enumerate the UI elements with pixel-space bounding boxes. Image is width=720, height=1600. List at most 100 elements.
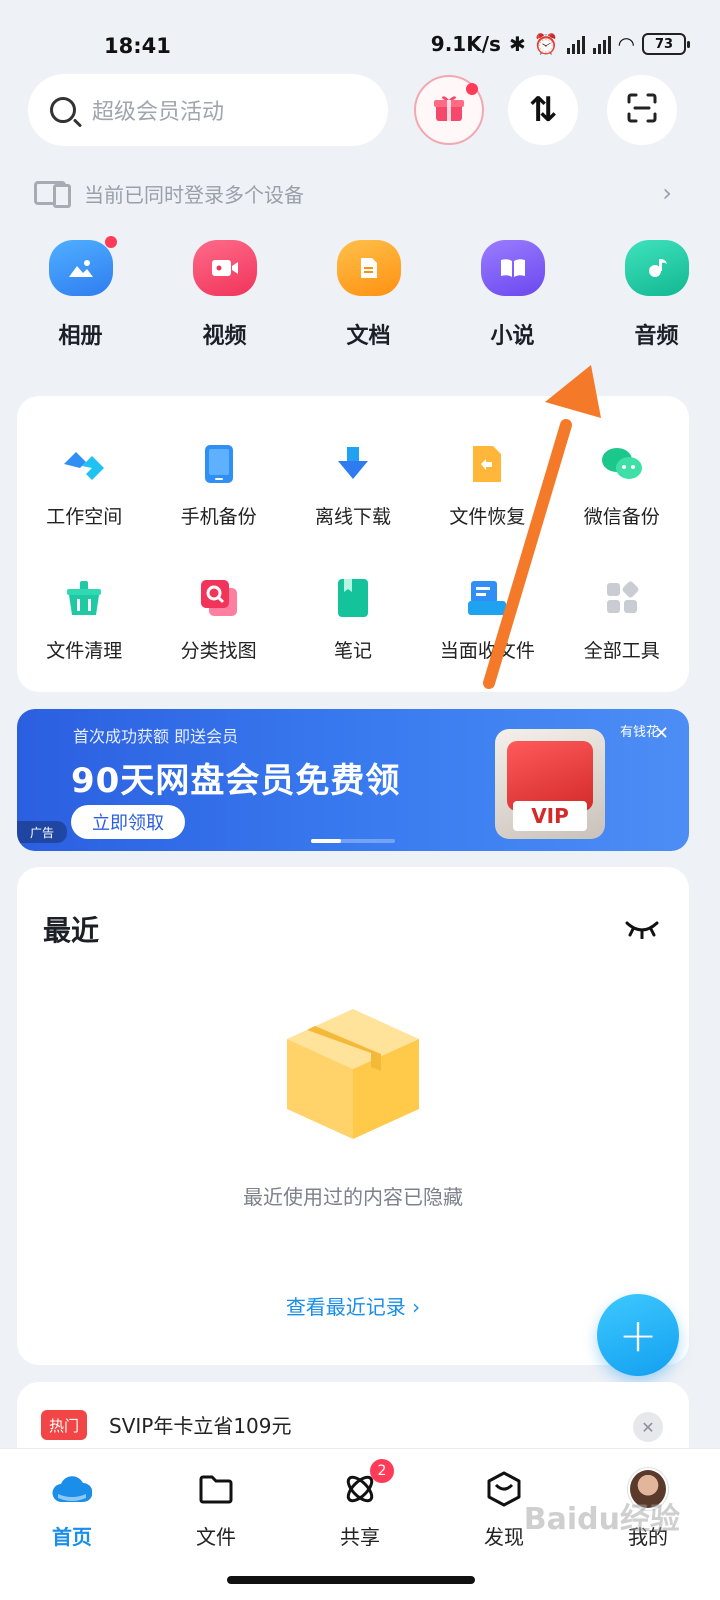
tool-file-clean[interactable]: 文件清理 <box>17 548 151 682</box>
tool-label: 文件恢复 <box>449 506 526 528</box>
tool-label: 文件清理 <box>46 640 123 662</box>
gift-icon <box>433 93 465 127</box>
category-video[interactable]: 视频 <box>161 240 288 350</box>
category-audio[interactable]: 音频 <box>593 240 720 350</box>
tool-all-tools[interactable]: 全部工具 <box>555 548 689 682</box>
multi-device-notice[interactable]: 当前已同时登录多个设备 › <box>34 170 684 216</box>
file-clean-icon <box>62 576 106 620</box>
chevron-right-icon: › <box>662 179 672 207</box>
image-search-icon <box>197 576 241 620</box>
status-bar: 18:41 9.1K/s ✱ ⏰ ◠ 73 <box>0 0 720 80</box>
gift-button[interactable] <box>414 75 484 145</box>
notes-icon <box>331 576 375 620</box>
scan-icon <box>627 93 657 127</box>
tool-label: 笔记 <box>333 640 372 662</box>
novel-icon <box>480 240 545 296</box>
tool-label: 当面收文件 <box>439 640 535 662</box>
close-icon[interactable]: ✕ <box>633 1412 663 1442</box>
tool-file-restore[interactable]: 文件恢复 <box>420 414 554 548</box>
category-album[interactable]: 相册 <box>17 236 144 350</box>
device-notice-text: 当前已同时登录多个设备 <box>84 182 304 207</box>
category-label: 文档 <box>346 324 391 349</box>
share-badge: 2 <box>370 1459 394 1483</box>
tools-card: 工作空间 手机备份 离线下载 文件恢复 微信备份 文件清理 分类找图 笔记 当面… <box>17 396 689 692</box>
album-icon <box>48 236 117 296</box>
phone-backup-icon <box>197 442 241 486</box>
tab-label: 首页 <box>52 1525 92 1549</box>
close-icon[interactable]: ✕ <box>654 723 669 744</box>
claim-button[interactable]: 立即领取 <box>71 805 185 839</box>
bluetooth-icon: ✱ <box>508 32 526 56</box>
scan-button[interactable] <box>607 75 677 145</box>
category-label: 相册 <box>58 324 103 349</box>
tool-label: 工作空间 <box>46 506 123 528</box>
offline-download-icon <box>331 442 375 486</box>
search-placeholder: 超级会员活动 <box>92 100 225 125</box>
category-novel[interactable]: 小说 <box>449 240 576 350</box>
vip-label: VIP <box>513 801 587 831</box>
tool-label: 全部工具 <box>583 640 660 662</box>
signal-icon <box>566 34 585 54</box>
promo-banner[interactable]: 首次成功获额 即送会员 90天网盘会员免费领 立即领取 广告 VIP 有钱花 ✕ <box>17 709 689 851</box>
tool-wechat-backup[interactable]: 微信备份 <box>555 414 689 548</box>
banner-title: 90天网盘会员免费领 <box>71 761 401 801</box>
sort-icon: ⇅ <box>528 90 558 130</box>
home-cloud-icon <box>52 1469 92 1509</box>
tab-label: 文件 <box>196 1525 236 1549</box>
tool-workspace[interactable]: 工作空间 <box>17 414 151 548</box>
tool-label: 分类找图 <box>180 640 257 662</box>
alarm-icon: ⏰ <box>533 32 559 56</box>
plus-icon: + <box>618 1308 658 1362</box>
workspace-icon <box>62 442 106 486</box>
battery-icon: 73 <box>642 33 690 55</box>
transfer-button[interactable]: ⇅ <box>508 75 578 145</box>
recent-empty-text: 最近使用过的内容已隐藏 <box>243 1185 463 1209</box>
banner-pager <box>311 839 395 843</box>
tool-label: 离线下载 <box>314 506 391 528</box>
status-time: 18:41 <box>104 34 171 58</box>
discover-icon <box>484 1469 524 1509</box>
category-label: 小说 <box>490 324 535 349</box>
tool-image-search[interactable]: 分类找图 <box>151 548 285 682</box>
search-icon <box>50 97 76 123</box>
tab-label: 共享 <box>340 1525 380 1549</box>
audio-icon <box>624 240 689 296</box>
category-document[interactable]: 文档 <box>305 240 432 350</box>
tab-home[interactable]: 首页 <box>0 1449 144 1600</box>
tool-phone-backup[interactable]: 手机备份 <box>151 414 285 548</box>
watermark: Baidu经验 <box>523 1502 680 1537</box>
hide-eye-icon[interactable] <box>625 917 659 943</box>
status-indicators: 9.1K/s ✱ ⏰ ◠ 73 <box>430 32 690 56</box>
notification-dot <box>104 236 117 248</box>
category-label: 音频 <box>634 324 679 349</box>
ad-tag: 广告 <box>17 821 67 843</box>
add-button[interactable]: + <box>597 1294 679 1376</box>
tool-receive-file[interactable]: 当面收文件 <box>420 548 554 682</box>
network-speed: 9.1K/s <box>430 32 501 56</box>
notification-dot <box>466 83 478 95</box>
all-tools-icon <box>600 576 644 620</box>
tool-notes[interactable]: 笔记 <box>286 548 420 682</box>
tool-offline-download[interactable]: 离线下载 <box>286 414 420 548</box>
share-icon: 2 <box>340 1459 394 1509</box>
category-row: 相册 视频 文档 小说 音频 <box>0 236 720 350</box>
folder-icon <box>196 1469 236 1509</box>
home-indicator <box>227 1576 475 1584</box>
tab-label: 发现 <box>484 1525 524 1549</box>
recent-title: 最近 <box>43 914 100 947</box>
view-recent-link[interactable]: 查看最近记录 › <box>17 1291 689 1320</box>
category-label: 视频 <box>202 324 247 349</box>
banner-subtitle: 首次成功获额 即送会员 <box>73 727 239 746</box>
hot-tag: 热门 <box>41 1410 87 1440</box>
tool-label: 手机备份 <box>180 506 257 528</box>
promo-text: SVIP年卡立省109元 <box>109 1414 292 1438</box>
file-restore-icon <box>465 442 509 486</box>
wifi-icon: ◠ <box>618 32 634 56</box>
signal-icon <box>592 34 611 54</box>
search-input[interactable]: 超级会员活动 <box>28 74 388 146</box>
vip-box-image: VIP <box>495 729 605 839</box>
recent-card: 最近 最近使用过的内容已隐藏 查看最近记录 › <box>17 867 689 1365</box>
empty-box-icon <box>287 1009 419 1143</box>
document-icon <box>336 240 401 296</box>
devices-icon <box>34 181 71 208</box>
